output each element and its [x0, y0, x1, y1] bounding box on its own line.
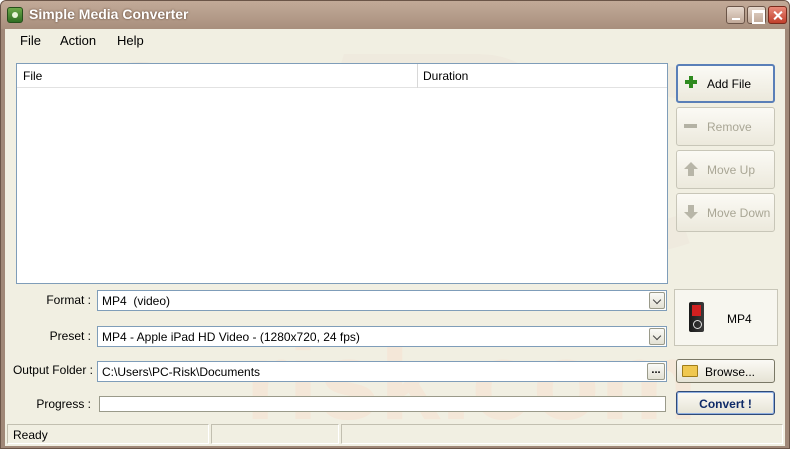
window-title: Simple Media Converter — [29, 6, 189, 22]
arrow-up-icon — [684, 162, 698, 176]
menu-action[interactable]: Action — [60, 33, 96, 48]
output-folder-label: Output Folder : — [12, 363, 93, 377]
preset-label: Preset : — [49, 329, 91, 343]
app-icon — [7, 7, 23, 23]
move-down-label: Move Down — [707, 206, 771, 220]
preset-select[interactable]: MP4 - Apple iPad HD Video - (1280x720, 2… — [97, 326, 667, 347]
minimize-button[interactable] — [726, 6, 745, 24]
list-header: File Duration — [17, 64, 667, 88]
menu-bar: File Action Help — [5, 29, 785, 53]
move-down-button[interactable]: Move Down — [676, 193, 775, 232]
media-player-icon — [689, 302, 704, 332]
format-value: MP4 (video) — [102, 294, 171, 308]
convert-label: Convert ! — [699, 397, 752, 411]
menu-help[interactable]: Help — [117, 33, 144, 48]
add-file-button[interactable]: Add File — [676, 64, 775, 103]
client-area: risk.com File Action Help File Duration … — [5, 29, 785, 446]
arrow-down-icon — [684, 205, 698, 219]
chevron-down-icon[interactable] — [649, 292, 665, 309]
status-text: Ready — [13, 428, 48, 442]
remove-label: Remove — [707, 120, 752, 134]
format-select[interactable]: MP4 (video) — [97, 290, 667, 311]
status-pane-2 — [211, 424, 339, 444]
app-window: Simple Media Converter risk.com File Act… — [0, 0, 790, 449]
add-file-label: Add File — [707, 77, 752, 91]
status-bar: Ready — [5, 422, 785, 446]
format-preview: MP4 — [674, 289, 778, 346]
preset-value: MP4 - Apple iPad HD Video - (1280x720, 2… — [102, 330, 360, 344]
folder-icon — [682, 365, 698, 377]
chevron-down-icon[interactable] — [649, 328, 665, 345]
convert-button[interactable]: Convert ! — [676, 391, 775, 415]
progress-label: Progress : — [36, 397, 91, 411]
close-button[interactable] — [768, 6, 787, 24]
column-separator[interactable] — [417, 64, 418, 88]
remove-button[interactable]: Remove — [676, 107, 775, 146]
format-label: Format : — [46, 293, 91, 307]
move-up-button[interactable]: Move Up — [676, 150, 775, 189]
title-bar[interactable]: Simple Media Converter — [1, 1, 789, 29]
status-pane-main: Ready — [7, 424, 209, 444]
minus-icon — [684, 124, 697, 128]
status-pane-3 — [341, 424, 783, 444]
browse-label: Browse... — [705, 365, 756, 379]
progress-bar — [99, 396, 666, 412]
format-preview-label: MP4 — [727, 312, 752, 326]
move-up-label: Move Up — [707, 163, 756, 177]
ellipsis-button[interactable]: ... — [647, 363, 665, 380]
output-folder-value: C:\Users\PC-Risk\Documents — [102, 365, 261, 379]
browse-button[interactable]: Browse... — [676, 359, 775, 383]
plus-icon — [685, 76, 697, 88]
column-header-file[interactable]: File — [23, 69, 42, 83]
maximize-button[interactable] — [747, 6, 766, 24]
output-folder-field[interactable]: C:\Users\PC-Risk\Documents ... — [97, 361, 667, 382]
file-list[interactable]: File Duration — [16, 63, 668, 284]
menu-file[interactable]: File — [20, 33, 41, 48]
column-header-duration[interactable]: Duration — [423, 69, 468, 83]
